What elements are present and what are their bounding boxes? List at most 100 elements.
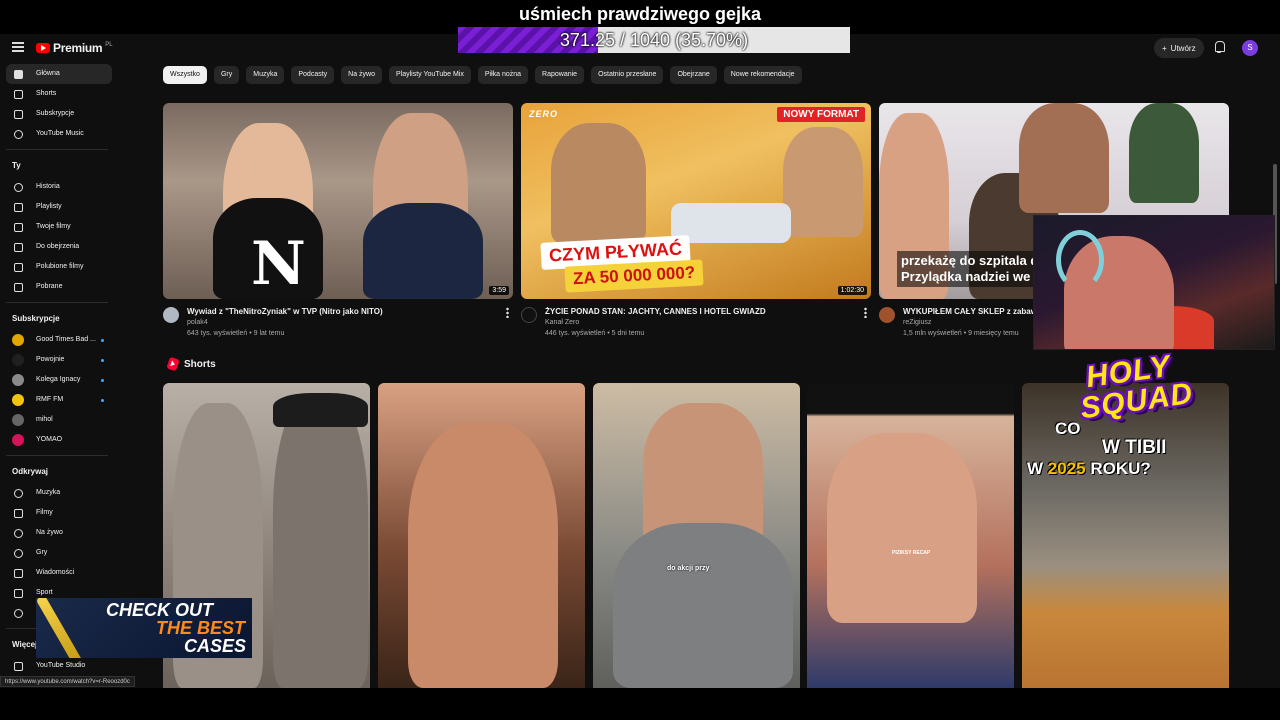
youtube-premium-logo[interactable]: Premium PL (36, 41, 113, 55)
filter-chip[interactable]: Rapowanie (535, 66, 585, 84)
shorts-section-header: Shorts (166, 356, 216, 372)
new-content-dot (101, 339, 104, 342)
short-card[interactable]: do akcji przy (593, 383, 800, 688)
sidebar-section-heading[interactable]: Odkrywaj (6, 461, 112, 483)
music-note-icon (14, 489, 23, 498)
sidebar-item[interactable]: RMF FM (6, 390, 112, 410)
channel-avatar (12, 354, 24, 366)
sidebar-item[interactable]: Gry (6, 543, 112, 563)
sidebar-item[interactable]: Główna (6, 64, 112, 84)
filter-chip[interactable]: Piłka nożna (477, 66, 529, 84)
channel-name[interactable]: Kanał Zero (545, 319, 579, 326)
create-button[interactable]: + Utwórz (1154, 38, 1204, 58)
video-thumbnail[interactable]: N 3:59 (163, 103, 513, 299)
short-caption-year: 2025 (1047, 459, 1086, 478)
channel-name[interactable]: polak4 (187, 319, 208, 326)
podcast-icon (14, 609, 23, 618)
channel-brand: ZERO (529, 109, 559, 119)
sidebar-item[interactable]: Good Times Bad ... (6, 330, 112, 350)
sidebar-divider (6, 302, 108, 303)
sidebar-item[interactable]: Shorts (6, 84, 112, 104)
scrollbar[interactable] (1272, 94, 1278, 688)
notifications-bell-icon[interactable] (1214, 41, 1225, 53)
channel-avatar (12, 414, 24, 426)
sidebar-item-label: Pobrane (36, 283, 63, 290)
video-thumbnail[interactable]: ZERO NOWY FORMAT CZYM PŁYWAĆ ZA 50 000 0… (521, 103, 871, 299)
sidebar-item-label: Filmy (36, 509, 53, 516)
stream-title: uśmiech prawdziwego gejka (518, 4, 762, 24)
filter-chip[interactable]: Podcasty (291, 66, 335, 84)
sidebar-item-label: mihol (36, 416, 53, 423)
sidebar-item-label: Główna (36, 70, 60, 77)
shorts-heading: Shorts (184, 358, 216, 370)
sidebar-item[interactable]: Subskrypcje (6, 104, 112, 124)
filter-chip[interactable]: Obejrzane (670, 66, 717, 84)
your-videos-icon (14, 223, 23, 232)
short-caption-line3: W 2025 ROKU? (1027, 459, 1151, 479)
new-content-dot (101, 399, 104, 402)
link-status-url: https://www.youtube.com/watch?v=r-Reoozd… (0, 676, 135, 687)
plus-icon: + (1162, 43, 1167, 53)
holy-squad-logo: HOLY SQUAD (1078, 349, 1195, 426)
short-card[interactable]: CO W TIBII W 2025 ROKU? (1022, 383, 1229, 688)
gaming-icon (14, 549, 23, 558)
sidebar-item[interactable]: Playlisty (6, 197, 112, 217)
sidebar-item[interactable]: Na żywo (6, 523, 112, 543)
sidebar-item[interactable]: Historia (6, 177, 112, 197)
video-duration: 1:02:30 (837, 286, 867, 295)
filter-chip[interactable]: Playlisty YouTube Mix (389, 66, 471, 84)
filter-chip[interactable]: Gry (213, 66, 240, 84)
video-title[interactable]: ŻYCIE PONAD STAN: JACHTY, CANNES I HOTEL… (545, 306, 845, 317)
more-options-icon[interactable] (506, 307, 509, 318)
download-icon (14, 283, 23, 292)
streamer-webcam (1033, 215, 1275, 350)
watch-later-icon (14, 243, 23, 252)
sidebar-item[interactable]: Polubione filmy (6, 257, 112, 277)
filter-chip[interactable]: Nowe rekomendacje (723, 66, 802, 84)
more-options-icon[interactable] (864, 307, 867, 318)
sidebar-item[interactable]: Twoje filmy (6, 217, 112, 237)
video-stats: 643 tys. wyświetleń • 9 lat temu (187, 330, 285, 337)
short-hoodie (613, 523, 793, 688)
sidebar-item[interactable]: YOMAO (6, 430, 112, 450)
sidebar-item[interactable]: Kolega Ignacy (6, 370, 112, 390)
short-person (827, 433, 977, 623)
sidebar-item[interactable]: Wiadomości (6, 563, 112, 583)
sidebar-item[interactable]: Muzyka (6, 483, 112, 503)
sidebar-item[interactable]: Powojnie (6, 350, 112, 370)
new-content-dot (101, 359, 104, 362)
sidebar-item-label: Wiadomości (36, 569, 75, 576)
subscriptions-icon (14, 110, 23, 119)
filter-chip[interactable]: Wszystko (163, 66, 207, 84)
channel-name[interactable]: reZigiusz (903, 319, 931, 326)
menu-icon[interactable] (12, 42, 24, 52)
sidebar-item[interactable]: YouTube Studio (6, 656, 112, 676)
short-card[interactable] (378, 383, 585, 688)
short-card[interactable]: PIZIKSY RECAP (807, 383, 1014, 688)
home-icon (14, 70, 23, 79)
short-person (408, 423, 558, 688)
video-card[interactable]: N 3:59 Wywiad z "TheNitroZyniak" w TVP (… (163, 103, 513, 345)
channel-avatar[interactable] (879, 307, 895, 323)
sidebar-item[interactable]: YouTube Music (6, 124, 112, 144)
filter-chip[interactable]: Ostatnio przesłane (591, 66, 664, 84)
sidebar-item[interactable]: Do obejrzenia (6, 237, 112, 257)
logo-text: Premium (53, 41, 103, 55)
sidebar-section-heading[interactable]: Subskrypcje (6, 308, 112, 330)
sidebar-item-label: YouTube Music (36, 130, 84, 137)
sidebar-item[interactable]: Filmy (6, 503, 112, 523)
video-title[interactable]: Wywiad z "TheNitroZyniak" w TVP (Nitro j… (187, 306, 487, 317)
channel-avatar[interactable] (163, 307, 179, 323)
video-card[interactable]: ZERO NOWY FORMAT CZYM PŁYWAĆ ZA 50 000 0… (521, 103, 871, 345)
sidebar-item[interactable]: Pobrane (6, 277, 112, 297)
sidebar-item-label: Do obejrzenia (36, 243, 80, 250)
filter-chip[interactable]: Na żywo (341, 66, 382, 84)
sidebar-item-label: Kolega Ignacy (36, 376, 81, 383)
sidebar-section-heading[interactable]: Ty (6, 155, 112, 177)
account-avatar[interactable]: S (1242, 40, 1258, 56)
video-stats: 1,5 mln wyświetleń • 9 miesięcy temu (903, 330, 1019, 337)
sidebar-item[interactable]: mihol (6, 410, 112, 430)
filter-chip[interactable]: Muzyka (246, 66, 285, 84)
sidebar-item-label: Sport (36, 589, 53, 596)
channel-avatar[interactable] (521, 307, 537, 323)
